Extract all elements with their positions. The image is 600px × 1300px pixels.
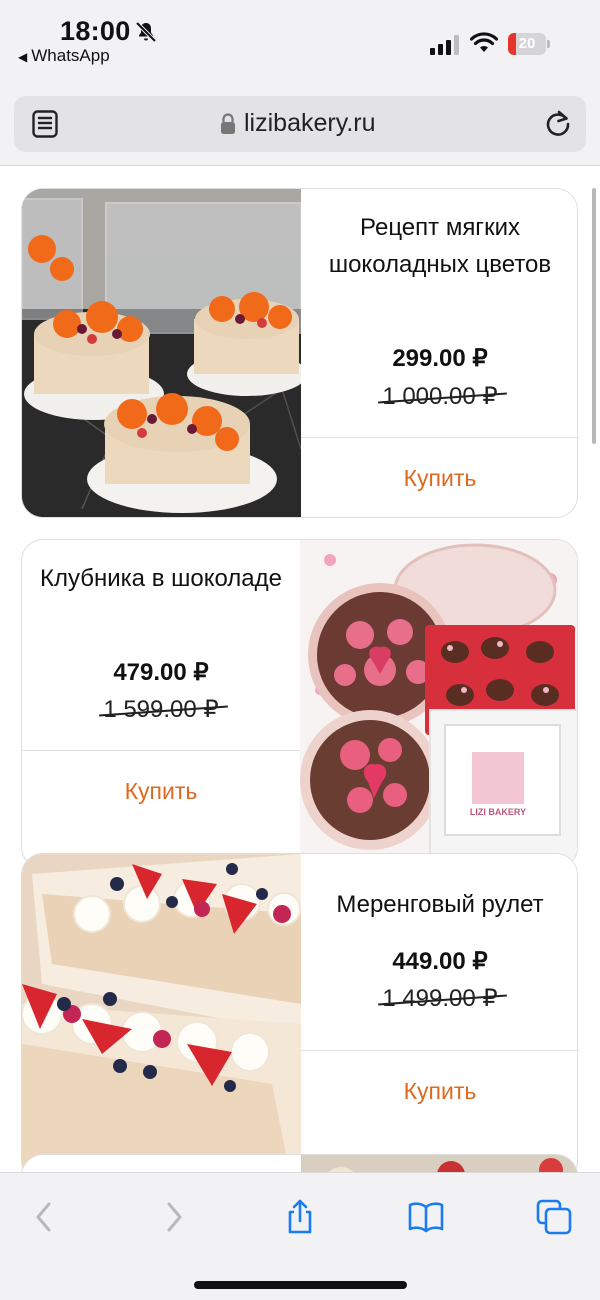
product-title[interactable]: Меренговый рулет [311,886,569,923]
product-old-price: 1 000.00 ₽ [382,383,498,410]
product-card [21,1154,578,1172]
status-bar: 18:00 ◀ WhatsApp 20 [0,0,600,86]
scrollbar[interactable] [592,188,596,444]
tabs-icon[interactable] [536,1199,572,1235]
product-image[interactable] [301,1155,577,1172]
bookmarks-icon[interactable] [408,1199,444,1235]
back-app-label: WhatsApp [31,46,110,65]
product-price: 449.00 ₽ [392,948,488,975]
browser-toolbar [0,1172,600,1300]
product-card: Рецепт мягких шоколадных цветов 299.00 ₽… [21,188,578,518]
back-to-app-link[interactable]: ◀ WhatsApp [18,46,110,66]
buy-button[interactable]: Купить [301,1051,577,1131]
address-bar[interactable]: lizibakery.ru [14,96,586,152]
forward-icon[interactable] [156,1199,192,1235]
photo-logo-text: LIZI BAKERY [470,807,526,817]
product-image-chocolate-strawberries[interactable]: LIZI BAKERY [300,540,577,868]
product-info: Клубника в шоколаде 479.00 ₽ 1 599.00 ₽ … [22,540,300,868]
share-icon[interactable] [282,1199,318,1235]
product-old-price: 1 599.00 ₽ [103,696,219,723]
product-old-price: 1 499.00 ₽ [382,985,498,1012]
browser-address-area: lizibakery.ru [0,86,600,166]
status-time: 18:00 [60,16,131,46]
wifi-icon [470,32,498,52]
product-price: 479.00 ₽ [113,659,209,686]
buy-button[interactable]: Купить [301,438,577,517]
lock-icon [221,113,235,134]
battery-level: 20 [518,35,536,52]
product-info: Рецепт мягких шоколадных цветов 299.00 ₽… [301,189,577,517]
product-card: Меренговый рулет 449.00 ₽ 1 499.00 ₽ Куп… [21,853,578,1172]
product-price: 299.00 ₽ [392,345,488,372]
product-info: Меренговый рулет 449.00 ₽ 1 499.00 ₽ Куп… [301,854,577,1172]
product-image-meringue-roll[interactable] [22,854,301,1172]
product-card: Клубника в шоколаде 479.00 ₽ 1 599.00 ₽ … [21,539,578,869]
reload-icon[interactable] [544,109,572,137]
page-content: Рецепт мягких шоколадных цветов 299.00 ₽… [0,167,600,1172]
battery-icon: 20 [508,33,550,55]
signal-icon [430,35,459,55]
home-indicator [194,1281,407,1289]
url-text[interactable]: lizibakery.ru [244,109,376,138]
buy-button[interactable]: Купить [22,751,300,831]
product-image-chocolate-flowers-cakes[interactable] [22,189,301,517]
reader-icon[interactable] [32,110,58,138]
bell-slash-icon [135,21,157,43]
product-title[interactable]: Рецепт мягких шоколадных цветов [311,209,569,283]
product-title[interactable]: Клубника в шоколаде [32,560,290,597]
back-icon[interactable] [26,1199,62,1235]
